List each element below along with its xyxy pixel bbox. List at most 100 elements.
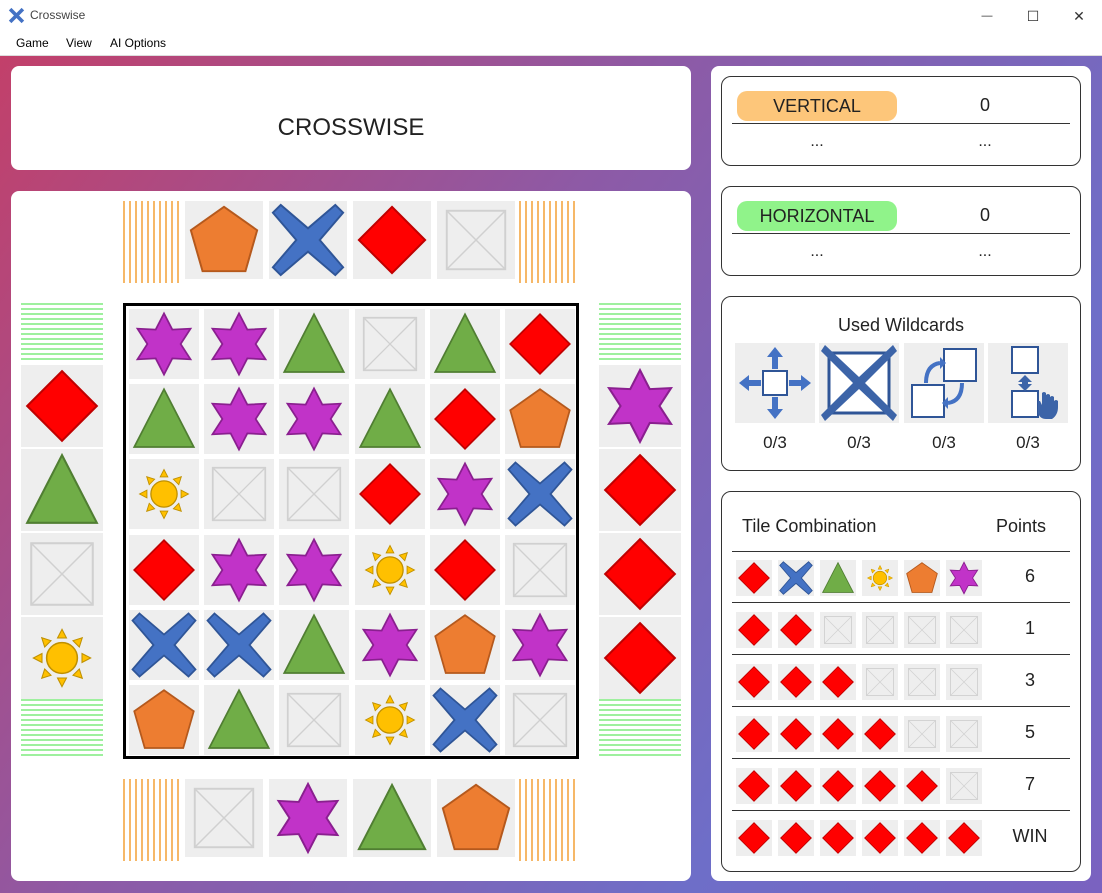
right-hand-tile[interactable] — [599, 449, 681, 531]
game-board — [123, 303, 579, 759]
vertical-dots-left: ... — [810, 133, 824, 150]
maximize-button[interactable]: ☐ — [1010, 0, 1056, 32]
board-cell[interactable] — [204, 685, 275, 755]
game-title: CROSSWISE — [277, 114, 425, 141]
bottom-hand-tile[interactable] — [269, 779, 347, 857]
board-cell[interactable] — [354, 609, 425, 680]
board-cell[interactable] — [204, 384, 275, 455]
triangle-icon — [821, 561, 855, 593]
board-cell[interactable] — [279, 459, 350, 530]
board-cell[interactable] — [354, 309, 425, 379]
board-cell[interactable] — [429, 459, 500, 530]
combo-tile — [778, 716, 814, 752]
vertical-score: 0 — [979, 95, 990, 115]
move-icon — [739, 347, 811, 419]
diamond-icon — [433, 388, 496, 451]
right-hand-tile[interactable] — [599, 617, 681, 699]
board-cell[interactable] — [505, 685, 575, 755]
board-cell[interactable] — [354, 459, 425, 530]
board-cell[interactable] — [129, 685, 199, 755]
star-icon — [361, 612, 418, 678]
board-cell[interactable] — [129, 609, 199, 680]
board-cell[interactable] — [505, 384, 575, 455]
minimize-button[interactable]: — — [964, 0, 1010, 32]
board-cell[interactable] — [279, 685, 350, 755]
wildcard-replace[interactable] — [988, 343, 1068, 423]
left-hand-tile[interactable] — [21, 533, 103, 615]
bottom-hand-tile[interactable] — [185, 779, 263, 857]
right-hand-tile[interactable] — [599, 533, 681, 615]
left-hand-tile[interactable] — [21, 365, 103, 447]
board-cell[interactable] — [505, 609, 575, 680]
board-cell[interactable] — [429, 309, 500, 379]
board-cell[interactable] — [505, 534, 575, 605]
right-hand-tile[interactable] — [599, 365, 681, 447]
combo-points: 6 — [1024, 566, 1035, 586]
top-hand-tile[interactable] — [353, 201, 431, 279]
board-cell[interactable] — [279, 534, 350, 605]
board-cell[interactable] — [354, 384, 425, 455]
wildcard-move[interactable] — [735, 343, 815, 423]
board-cell[interactable] — [204, 609, 275, 680]
right-hand-stripes-top — [599, 303, 681, 363]
swap-icon — [911, 348, 977, 418]
bottom-hand-tile[interactable] — [353, 779, 431, 857]
empty-icon — [866, 616, 894, 644]
board-cell[interactable] — [129, 459, 199, 530]
star-icon — [436, 461, 493, 527]
combo-tile — [946, 664, 982, 700]
empty-icon — [193, 787, 255, 849]
diamond-icon — [738, 666, 770, 698]
board-cell[interactable] — [429, 384, 500, 455]
pentagon-icon — [434, 613, 496, 674]
top-hand-tile[interactable] — [185, 201, 263, 279]
bottom-hand-stripes-left — [123, 779, 183, 861]
board-cell[interactable] — [204, 534, 275, 605]
app-cross-icon — [8, 7, 25, 24]
left-hand-stripes-top — [21, 303, 103, 363]
combo-tile — [778, 560, 814, 596]
wildcard-swap[interactable] — [904, 343, 984, 423]
combo-tile — [820, 716, 856, 752]
diamond-icon — [509, 313, 571, 375]
diamond-icon — [864, 770, 896, 802]
left-hand-tile[interactable] — [21, 449, 103, 531]
board-cell[interactable] — [204, 309, 275, 379]
diamond-icon — [738, 718, 770, 750]
board-cell[interactable] — [354, 534, 425, 605]
combo-row: 7 — [732, 760, 1070, 811]
menu-ai-options[interactable]: AI Options — [110, 36, 166, 50]
board-cell[interactable] — [279, 384, 350, 455]
board-cell[interactable] — [279, 609, 350, 680]
board-cell[interactable] — [129, 534, 199, 605]
remove-icon — [821, 345, 897, 421]
diamond-icon — [433, 538, 496, 601]
diamond-icon — [864, 822, 896, 854]
board-cell[interactable] — [429, 685, 500, 755]
board-cell[interactable] — [505, 459, 575, 530]
wildcard-remove[interactable] — [819, 343, 899, 423]
triangle-icon — [283, 613, 346, 674]
board-cell[interactable] — [204, 459, 275, 530]
board-cell[interactable] — [354, 685, 425, 755]
star-icon — [286, 386, 343, 452]
left-hand-tile[interactable] — [21, 617, 103, 699]
empty-icon — [950, 720, 978, 748]
board-cell[interactable] — [279, 309, 350, 379]
close-button[interactable]: ✕ — [1056, 0, 1102, 32]
combo-points: 7 — [1024, 774, 1035, 794]
board-cell[interactable] — [129, 384, 199, 455]
combo-tile — [904, 768, 940, 804]
horizontal-player-badge: HORIZONTAL — [737, 201, 897, 231]
menu-game[interactable]: Game — [16, 36, 49, 50]
board-cell[interactable] — [429, 609, 500, 680]
diamond-icon — [25, 369, 99, 443]
top-hand-tile[interactable] — [269, 201, 347, 279]
board-cell[interactable] — [429, 534, 500, 605]
board-cell[interactable] — [505, 309, 575, 379]
board-cell[interactable] — [129, 309, 199, 379]
top-hand-tile[interactable] — [437, 201, 515, 279]
bottom-hand-tile[interactable] — [437, 779, 515, 857]
menu-view[interactable]: View — [66, 36, 92, 50]
combo-tile — [778, 664, 814, 700]
